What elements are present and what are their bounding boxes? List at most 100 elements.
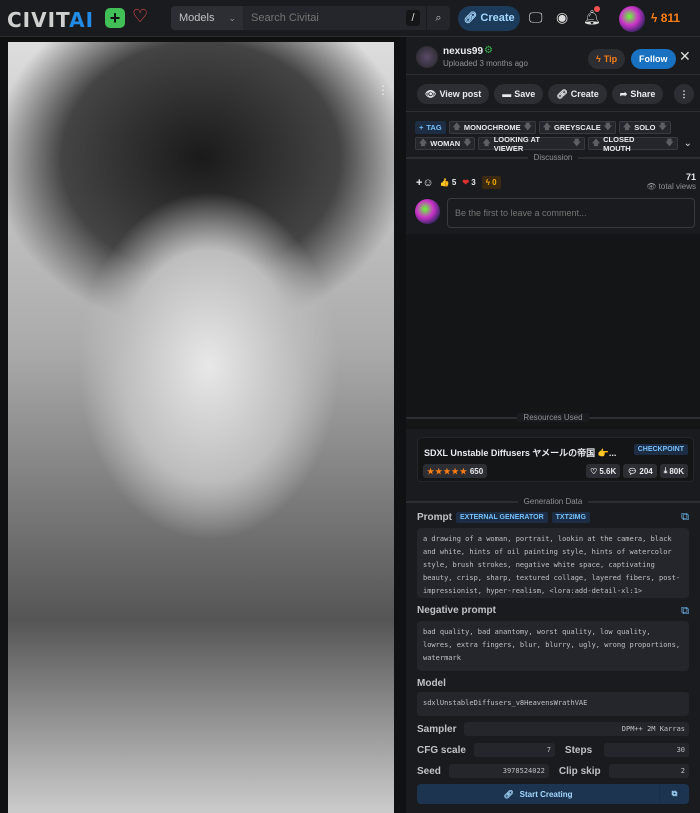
search-input[interactable]: [243, 12, 406, 24]
resources-label: Resources Used: [517, 413, 589, 422]
generation-label: Generation Data: [517, 497, 589, 506]
post-detail-panel: nexus99 ⚙ Uploaded 3 months ago ϟ Tip Fol…: [406, 37, 700, 813]
tag[interactable]: 🡅 SOLO 🡇: [618, 121, 671, 135]
vote-up-icon[interactable]: 🡅: [419, 137, 427, 151]
discussion: Discussion +☺ 👍 5 ❤ 3 ϟ 0 71 👁︎ total vi…: [406, 153, 700, 235]
vote-down-icon[interactable]: 🡇: [573, 137, 581, 151]
start-creating-button[interactable]: 🔗︎ Start Creating: [417, 784, 659, 804]
likes-stat: ♡ 5.6K: [586, 464, 621, 478]
share-button[interactable]: ➦ Share: [611, 84, 664, 104]
vote-down-icon[interactable]: 🡇: [604, 121, 612, 135]
negative-prompt-text: bad quality, bad anantomy, worst quality…: [417, 621, 689, 671]
top-nav: CIVITAI + ♡ Models⌄ / ⌕ 🔗︎ Create 🖵 ◉ 🔔︎…: [0, 0, 700, 37]
search-scope-select[interactable]: Models ⌄: [171, 6, 243, 30]
heart-reaction[interactable]: ❤ 3: [462, 178, 475, 187]
start-creating-group: 🔗︎ Start Creating ⧉: [417, 784, 689, 804]
link-icon: 🔗︎: [463, 12, 478, 24]
discussion-heading: Discussion: [406, 153, 700, 162]
tag-label: CLOSED MOUTH: [603, 134, 635, 153]
mode-badge: TXT2IMG: [551, 512, 590, 523]
monitor-icon[interactable]: 🖵: [529, 9, 543, 26]
copy-icon[interactable]: ⧉: [681, 511, 689, 524]
logo-text: IT: [47, 8, 70, 32]
create-label: Create: [480, 12, 515, 24]
copy-generation-button[interactable]: ⧉: [659, 784, 689, 804]
vote-up-icon[interactable]: 🡅: [592, 137, 600, 151]
tag-label: MONOCHROME: [463, 123, 521, 132]
comment-input[interactable]: [447, 198, 695, 228]
close-icon[interactable]: ✕: [679, 48, 691, 65]
star-rating-icon: ★★★★★: [427, 466, 468, 476]
create-button[interactable]: 🔗︎ Create: [458, 6, 520, 31]
more-options-icon[interactable]: ⋮: [377, 83, 389, 97]
generator-badge: EXTERNAL GENERATOR: [456, 512, 548, 523]
resources-heading: Resources Used: [406, 413, 700, 422]
upload-time: Uploaded 3 months ago: [443, 59, 528, 68]
downloads-stat: ⤓ 80K: [659, 464, 688, 478]
save-button[interactable]: ▬ Save: [494, 84, 544, 104]
vote-up-icon[interactable]: 🡅: [543, 121, 551, 135]
user-avatar[interactable]: [619, 6, 645, 32]
resource-card[interactable]: SDXL Unstable Diffusers ヤメールの帝国 👉... CHE…: [417, 437, 694, 482]
view-stats: 71 👁︎ total views: [646, 172, 696, 191]
vote-down-icon[interactable]: 🡇: [524, 121, 532, 135]
rating: ★★★★★ 650: [423, 464, 488, 478]
more-options-button[interactable]: ⋮: [674, 84, 694, 104]
chevron-down-icon[interactable]: ⌄: [684, 138, 692, 149]
action-label: View post: [439, 89, 482, 99]
share-icon: ➦: [619, 88, 628, 99]
vote-down-icon[interactable]: 🡇: [658, 121, 666, 135]
author-name[interactable]: nexus99: [443, 46, 483, 57]
eye-off-icon[interactable]: ◉: [556, 9, 568, 26]
buzz-balance[interactable]: ϟ 811: [651, 11, 680, 25]
view-post-button[interactable]: 👁︎ View post: [417, 84, 490, 104]
tip-label: Tip: [603, 54, 618, 64]
tag[interactable]: 🡅 WOMAN 🡇: [415, 137, 476, 151]
start-creating-label: Start Creating: [519, 789, 573, 799]
action-label: Create: [570, 89, 599, 99]
vote-up-icon[interactable]: 🡅: [482, 137, 490, 151]
tag[interactable]: 🡅 CLOSED MOUTH 🡇: [587, 134, 678, 153]
buzz-reaction-count: 0: [492, 178, 497, 187]
logo-text: CIV: [7, 8, 48, 32]
tag[interactable]: 🡅 GREYSCALE 🡇: [538, 121, 616, 135]
clip-skip-value: 2: [608, 764, 689, 778]
clip-skip-label: Clip skip: [558, 765, 601, 777]
copy-icon[interactable]: ⧉: [681, 605, 689, 618]
like-reaction[interactable]: 👍 5: [440, 178, 457, 187]
add-tag-button[interactable]: + TAG: [415, 121, 446, 134]
plus-icon[interactable]: +: [105, 8, 125, 28]
image-viewer: ⋮: [0, 37, 406, 813]
author-row: nexus99 ⚙ Uploaded 3 months ago ϟ Tip Fol…: [406, 37, 700, 75]
vote-down-icon[interactable]: 🡇: [665, 137, 673, 151]
sampler-label: Sampler: [417, 723, 457, 735]
downloads-count: 80K: [669, 466, 684, 476]
comments-count: 204: [639, 466, 653, 476]
create-button[interactable]: 🔗︎ Create: [548, 84, 607, 104]
vote-up-icon[interactable]: 🡅: [623, 121, 631, 135]
tag[interactable]: 🡅 LOOKING AT VIEWER 🡇: [478, 134, 585, 153]
model-value: sdxlUnstableDiffusers_v8HeavensWrathVAE: [417, 692, 689, 716]
likes-count: 5.6K: [599, 466, 617, 476]
add-reaction-icon[interactable]: +☺: [416, 177, 434, 189]
tag[interactable]: 🡅 MONOCHROME 🡇: [448, 121, 536, 135]
eye-icon: 👁︎: [425, 88, 437, 99]
tag-label: WOMAN: [430, 139, 461, 148]
notification-dot: [594, 6, 600, 12]
seed-value: 3978524022: [448, 764, 549, 778]
thumbs-up-icon: 👍: [439, 178, 450, 187]
author-avatar[interactable]: [416, 46, 438, 68]
tip-button[interactable]: ϟ Tip: [588, 49, 626, 69]
generation-heading: Generation Data: [406, 497, 700, 506]
vote-down-icon[interactable]: 🡇: [463, 137, 471, 151]
tag-label: LOOKING AT VIEWER: [493, 134, 540, 153]
follow-button[interactable]: Follow: [631, 49, 676, 69]
heart-icon[interactable]: ♡: [132, 6, 148, 27]
tags: + TAG 🡅 MONOCHROME 🡇 🡅 GREYSCALE 🡇 🡅 SOLO 🡇 🡅 W…: [406, 121, 700, 153]
search-bar: Models ⌄ / ⌕: [171, 6, 450, 30]
search-button[interactable]: ⌕: [426, 6, 450, 30]
buzz-reaction[interactable]: ϟ 0: [481, 176, 501, 189]
vote-up-icon[interactable]: 🡅: [453, 121, 461, 135]
action-label: Share: [630, 89, 656, 99]
civitai-logo[interactable]: CIVITAI: [7, 8, 94, 32]
